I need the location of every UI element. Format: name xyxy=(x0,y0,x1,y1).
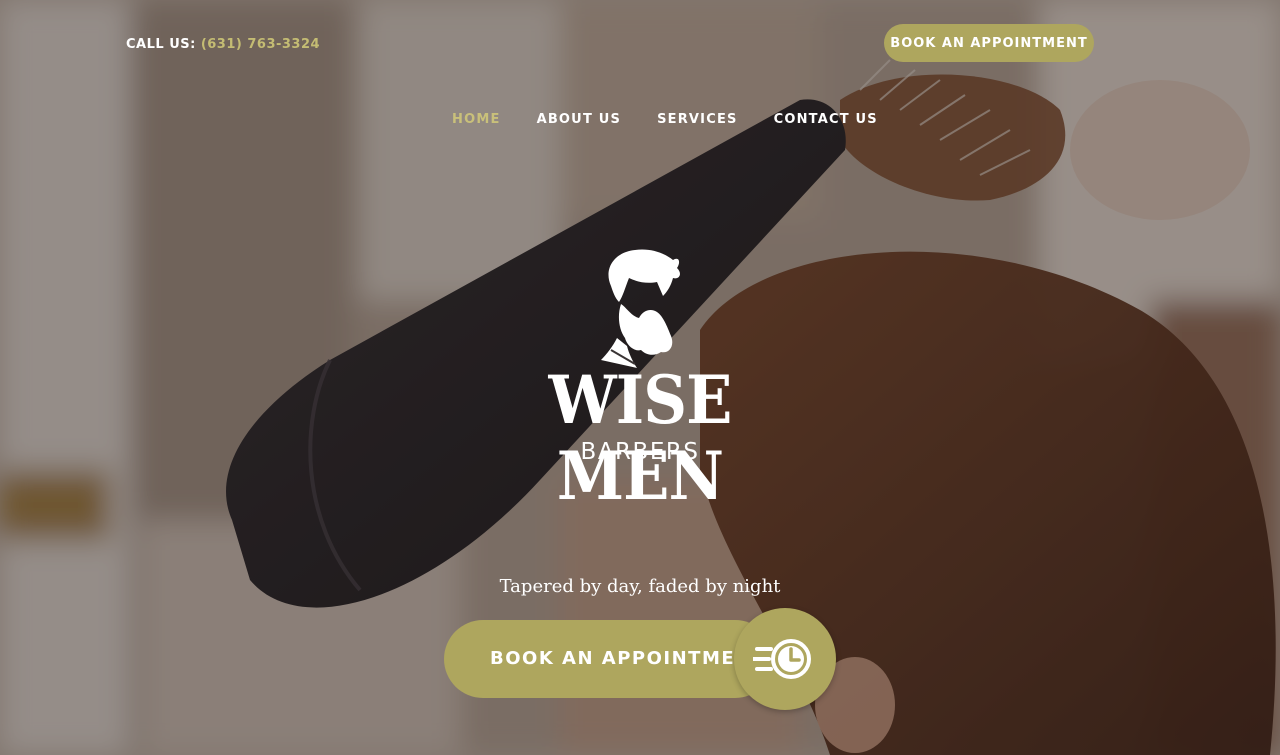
fast-clock-icon xyxy=(753,639,811,679)
nav-item-services[interactable]: SERVICES xyxy=(657,112,738,127)
hero-book-appointment-button[interactable]: BOOK AN APPOINTMENT xyxy=(444,620,774,698)
nav-item-about-us[interactable]: ABOUT US xyxy=(537,112,622,127)
hero-tagline: Tapered by day, faded by night xyxy=(499,576,781,597)
main-nav: HOME ABOUT US SERVICES CONTACT US xyxy=(452,112,914,127)
brand-title: WISE MEN xyxy=(548,361,732,515)
nav-item-home[interactable]: HOME xyxy=(452,112,501,127)
brand-subtitle: BARBERS xyxy=(580,439,700,465)
call-us-text: CALL US: (631) 763-3324 xyxy=(126,37,320,52)
hero-cta-label: BOOK AN APPOINTMENT xyxy=(490,648,766,669)
nav-item-contact-us[interactable]: CONTACT US xyxy=(774,112,878,127)
bearded-man-icon xyxy=(601,249,680,368)
phone-link[interactable]: (631) 763-3324 xyxy=(201,37,320,52)
fast-clock-icon-button[interactable] xyxy=(734,608,836,710)
call-label: CALL US: xyxy=(126,37,196,52)
header-book-appointment-button[interactable]: BOOK AN APPOINTMENT xyxy=(884,24,1094,62)
hero-section: CALL US: (631) 763-3324 BOOK AN APPOINTME… xyxy=(0,0,1280,755)
